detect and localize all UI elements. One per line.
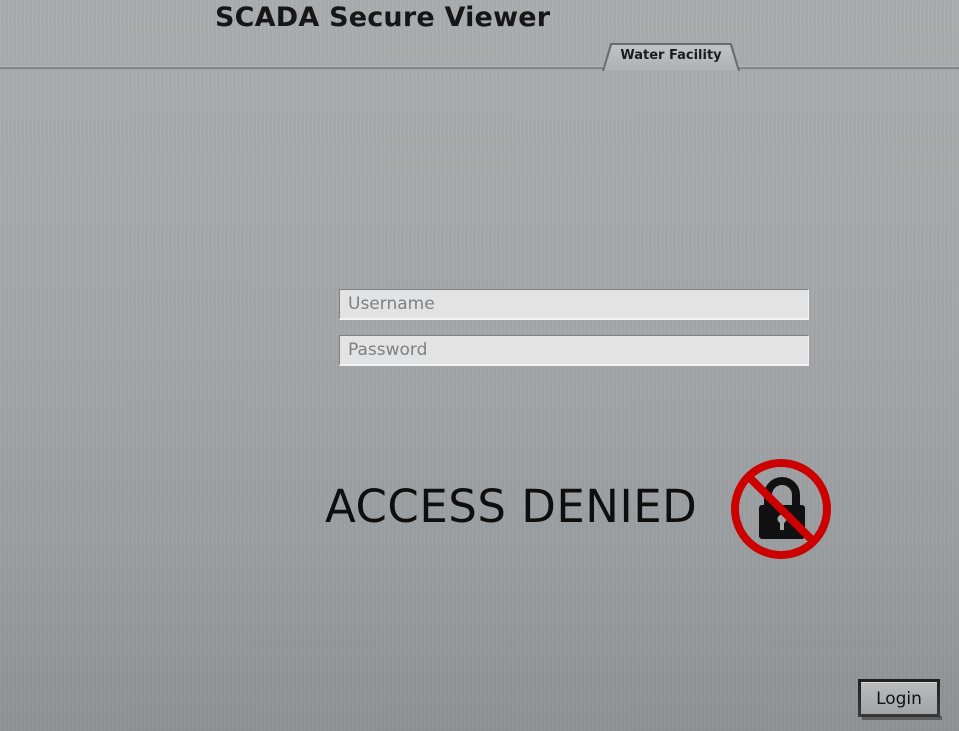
title-bar: SCADA Secure Viewer Water Facility <box>0 0 959 71</box>
header-divider <box>0 66 959 70</box>
app-title: SCADA Secure Viewer <box>215 2 551 33</box>
facility-tab-label: Water Facility <box>620 48 722 63</box>
login-button-label: Login <box>861 682 937 714</box>
locked-prohibited-icon <box>731 459 831 559</box>
access-denied-message: ACCESS DENIED <box>325 480 698 533</box>
login-button[interactable]: Login <box>858 679 940 717</box>
login-button-shadow <box>862 716 942 720</box>
password-input[interactable] <box>339 335 809 366</box>
username-input[interactable] <box>339 289 809 320</box>
